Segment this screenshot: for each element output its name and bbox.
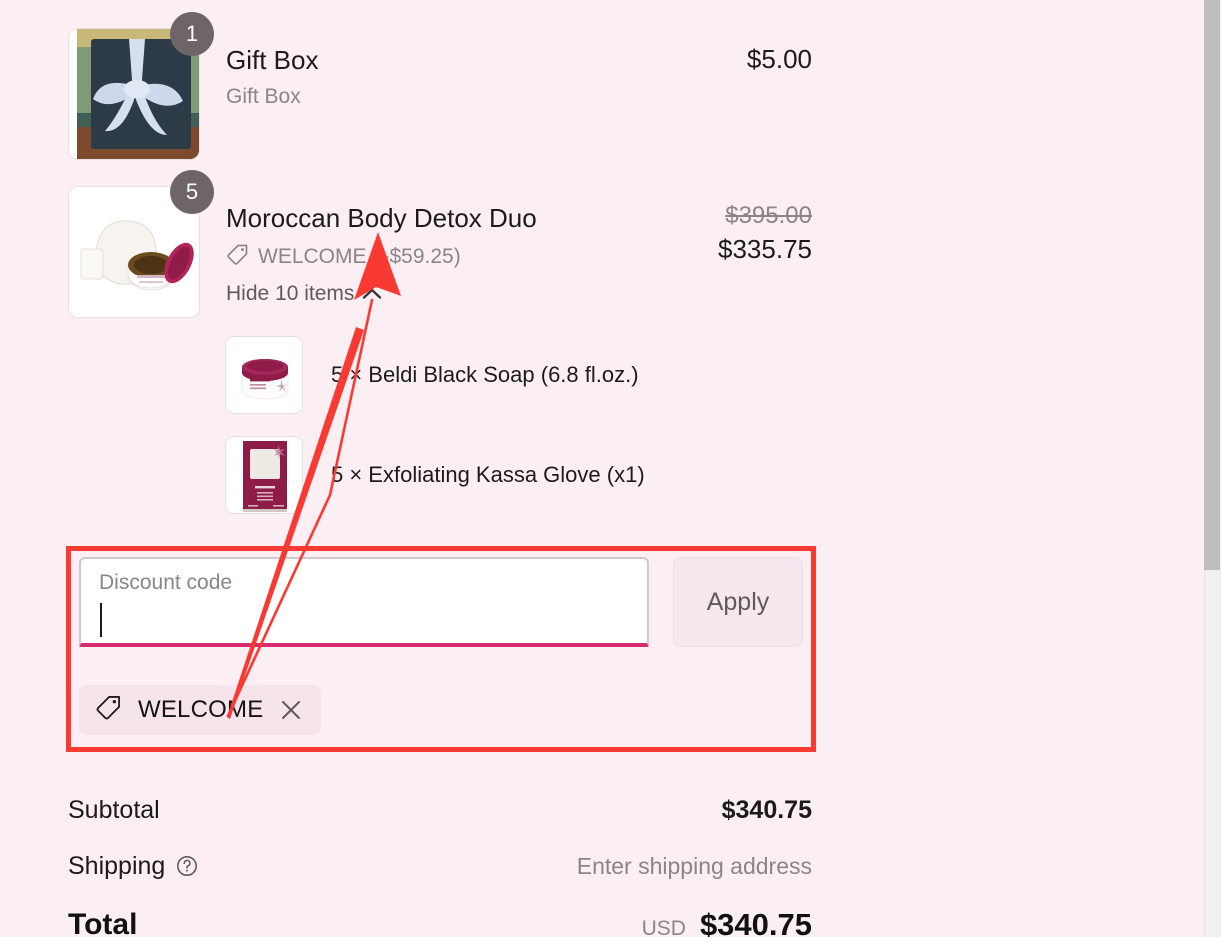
discount-code-placeholder: Discount code [99,571,233,594]
total-currency: USD [641,917,686,937]
checkout-order-summary-panel: 1 Gift Box Gift Box $5.00 5 Moroccan Bod… [0,0,1221,937]
line-item-price-block: $395.00 $335.75 [662,186,812,265]
product-variant: Gift Box [226,84,301,108]
discount-tag-icon [95,694,122,726]
shipping-label-group: Shipping [68,852,199,881]
discount-code-label: WELCOME [258,245,367,268]
applied-discount-chip[interactable]: WELCOME [79,685,322,735]
total-value-group: USD $340.75 [642,907,812,937]
product-price: $5.00 [746,44,812,74]
bundle-sub-item: 5 × Exfoliating Kassa Glove (x1) [225,436,812,514]
discount-tag-icon [226,243,249,272]
shipping-value: Enter shipping address [576,852,812,879]
discount-code-input[interactable]: Discount code [79,557,649,647]
product-original-price: $395.00 [725,202,812,229]
cart-line-item: 1 Gift Box Gift Box $5.00 [68,12,812,160]
summary-row-total: Total USD $340.75 [68,894,812,937]
toggle-bundle-items-label: Hide 10 items [226,281,355,305]
sub-item-label: 5 × Exfoliating Kassa Glove (x1) [331,462,645,487]
line-item-price-block: $5.00 [662,28,812,75]
bundle-sub-item: 5 × Beldi Black Soap (6.8 fl.oz.) [225,336,812,414]
exfoliating-kassa-glove-image [226,437,302,513]
product-thumbnail-wrapper: 1 [68,12,214,160]
quantity-badge: 1 [170,12,214,56]
product-thumbnail-wrapper: 5 [68,170,214,318]
shipping-label: Shipping [68,851,166,880]
cart-items-list: 1 Gift Box Gift Box $5.00 5 Moroccan Bod… [68,0,812,514]
toggle-bundle-items-button[interactable]: Hide 10 items [226,282,662,306]
order-summary-totals: Subtotal $340.75 Shipping Enter shipping… [68,782,812,937]
scrollbar-track[interactable] [1204,0,1221,937]
discount-code-row: Discount code Apply [79,557,809,647]
help-circle-icon[interactable] [175,854,199,878]
total-value: $340.75 [699,907,812,937]
line-item-details: Gift Box Gift Box [200,28,662,109]
product-title: Gift Box [226,45,319,75]
discount-amount: (-$59.25) [375,245,461,268]
apply-discount-button[interactable]: Apply [673,557,803,647]
summary-row-shipping: Shipping Enter shipping address [68,838,812,894]
total-label: Total [68,908,138,937]
line-item-details: Moroccan Body Detox Duo WELCOME (-$59.25… [200,186,662,306]
product-title: Moroccan Body Detox Duo [226,203,537,233]
product-price: $335.75 [718,234,812,264]
sub-item-label: 5 × Beldi Black Soap (6.8 fl.oz.) [331,362,639,387]
text-cursor [100,603,102,637]
sub-item-thumbnail-exfoliating-kassa-glove [225,436,303,514]
subtotal-value: $340.75 [721,795,812,824]
beldi-black-soap-image [226,337,302,413]
remove-discount-icon[interactable] [279,698,303,722]
cart-line-item: 5 Moroccan Body Detox Duo WELCOME (-$59.… [68,170,812,318]
quantity-badge: 5 [170,170,214,214]
sub-item-thumbnail-beldi-black-soap [225,336,303,414]
subtotal-label: Subtotal [68,795,160,824]
chevron-up-icon [362,282,382,306]
applied-discount-line: WELCOME (-$59.25) [226,243,662,272]
summary-row-subtotal: Subtotal $340.75 [68,782,812,838]
applied-discount-code-label: WELCOME [138,696,264,723]
scrollbar-thumb[interactable] [1204,0,1220,570]
